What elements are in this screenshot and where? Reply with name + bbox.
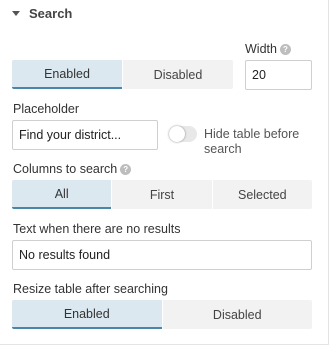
search-settings-panel: Search Width? 20 Enabled Disabled Placeh… [0, 0, 329, 345]
width-input[interactable]: 20 [245, 60, 312, 90]
resize-label: Resize table after searching [13, 282, 168, 296]
chevron-down-icon[interactable] [12, 11, 20, 16]
columns-label: Columns to search? [13, 162, 132, 176]
columns-segmented-control: All First Selected [12, 180, 312, 209]
enabled-segmented-control: Enabled Disabled [12, 60, 233, 89]
resize-disabled-option[interactable]: Disabled [161, 300, 312, 329]
enabled-option[interactable]: Enabled [12, 60, 122, 89]
hide-table-toggle[interactable] [169, 126, 197, 142]
placeholder-input[interactable]: Find your district... [12, 120, 158, 150]
toggle-knob [169, 126, 185, 142]
width-label: Width? [245, 42, 291, 56]
columns-first-option[interactable]: First [111, 180, 212, 209]
columns-all-option[interactable]: All [12, 180, 112, 209]
resize-enabled-option[interactable]: Enabled [12, 300, 162, 329]
help-icon[interactable]: ? [120, 164, 132, 175]
no-results-label: Text when there are no results [13, 222, 181, 236]
no-results-input[interactable]: No results found [12, 240, 312, 270]
section-header[interactable]: Search [12, 6, 72, 21]
columns-selected-option[interactable]: Selected [211, 180, 312, 209]
resize-segmented-control: Enabled Disabled [12, 300, 312, 329]
placeholder-label: Placeholder [13, 102, 80, 116]
section-title: Search [29, 6, 73, 21]
help-icon[interactable]: ? [279, 44, 291, 55]
hide-table-label: Hide table before search [204, 127, 300, 156]
disabled-option[interactable]: Disabled [122, 60, 233, 89]
